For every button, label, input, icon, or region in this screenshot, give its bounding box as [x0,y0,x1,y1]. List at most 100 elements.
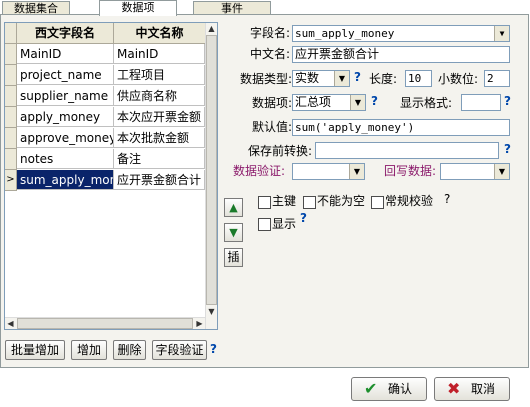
cell-en-name[interactable]: project_name [17,65,114,85]
write-back-select[interactable]: ▼ [440,163,510,180]
cell-en-name[interactable]: sum_apply_money [17,170,114,190]
cell-cn-name[interactable]: 本次应开票金额 [114,107,205,127]
convert-before-save-label: 保存前转换: [247,144,312,158]
batch-add-button[interactable]: 批量增加 [5,340,65,360]
scroll-left-icon[interactable]: ◀ [5,318,16,329]
cell-cn-name[interactable]: 备注 [114,149,205,169]
help-icon[interactable]: ? [210,342,217,356]
cell-cn-name[interactable]: MainID [114,44,205,64]
field-name-label: 字段名: [249,26,290,40]
move-down-button[interactable]: ▼ [224,223,243,242]
close-icon: ✖ [447,379,461,398]
data-type-label: 数据类型: [239,72,292,86]
row-indicator [5,86,17,107]
insert-button[interactable]: 插 [224,248,243,267]
table-row[interactable]: project_name 工程项目 [5,65,205,86]
arrow-down-icon: ▼ [229,226,238,239]
confirm-label: 确认 [388,382,413,396]
help-icon[interactable]: ? [504,142,511,156]
cell-cn-name[interactable]: 供应商名称 [114,86,205,106]
table-row[interactable]: MainID MainID [5,44,205,65]
default-value-input[interactable]: sum('apply_money') [292,119,510,136]
scroll-up-icon[interactable]: ▲ [206,23,217,34]
data-item-select[interactable]: 汇总项 ▼ [292,94,366,111]
write-back-label: 回写数据: [384,164,437,178]
row-indicator [5,107,17,128]
cell-en-name[interactable]: apply_money [17,107,114,127]
vertical-scroll-thumb[interactable] [206,35,217,305]
table-row[interactable]: supplier_name 供应商名称 [5,86,205,107]
length-input[interactable]: 10 [405,70,432,87]
data-item-label: 数据项: [251,96,292,110]
primary-key-label: 主键 [272,194,297,208]
chevron-down-icon[interactable]: ▼ [494,26,509,41]
convert-before-save-input[interactable] [315,142,499,159]
cn-name-label: 中文名: [249,47,290,61]
cell-cn-name[interactable]: 工程项目 [114,65,205,85]
table-row-selected[interactable]: > sum_apply_money 应开票金额合计 [5,170,205,191]
data-validation-select[interactable]: ▼ [292,163,365,180]
tab-dataset[interactable]: 数据集合 [2,1,70,15]
row-indicator [5,65,17,86]
tab-bar: 数据集合 数据项 事件 [0,0,530,16]
scroll-right-icon[interactable]: ▶ [194,318,205,329]
regular-check-checkbox[interactable] [371,196,384,209]
cell-en-name[interactable]: notes [17,149,114,169]
row-indicator [5,44,17,65]
not-null-checkbox[interactable] [303,196,316,209]
length-label: 长度: [369,72,398,86]
tab-data-items[interactable]: 数据项 [99,0,177,16]
arrow-up-icon: ▲ [229,201,238,214]
table-row[interactable]: apply_money 本次应开票金额 [5,107,205,128]
display-format-input[interactable] [461,94,501,111]
cell-en-name[interactable]: approve_money [17,128,114,148]
row-indicator [5,149,17,170]
cancel-button[interactable]: ✖ 取消 [434,377,510,401]
confirm-button[interactable]: ✔ 确认 [351,377,427,401]
display-checkbox[interactable] [258,218,271,231]
field-grid[interactable]: 西文字段名 中文名称 MainID MainID project_name 工程… [4,22,218,330]
scroll-down-icon[interactable]: ▼ [206,306,217,317]
cell-en-name[interactable]: supplier_name [17,86,114,106]
help-icon[interactable]: ? [354,70,361,84]
checkmark-icon: ✔ [364,379,378,398]
table-row[interactable]: approve_money 本次批款金额 [5,128,205,149]
move-up-button[interactable]: ▲ [224,198,243,217]
add-button[interactable]: 增加 [71,340,107,360]
data-type-select[interactable]: 实数 ▼ [292,70,350,87]
help-icon[interactable]: ? [504,94,511,108]
table-row[interactable]: notes 备注 [5,149,205,170]
cell-cn-name[interactable]: 本次批款金额 [114,128,205,148]
horizontal-scroll-thumb[interactable] [17,318,193,329]
delete-button[interactable]: 删除 [113,340,146,360]
header-en-name[interactable]: 西文字段名 [17,23,114,44]
primary-key-checkbox[interactable] [258,196,271,209]
cell-cn-name[interactable]: 应开票金额合计 [114,170,205,190]
cn-name-input[interactable]: 应开票金额合计 [292,46,510,63]
cell-en-name[interactable]: MainID [17,44,114,64]
help-icon[interactable]: ? [300,211,307,225]
chevron-down-icon[interactable]: ▼ [350,95,365,110]
chevron-down-icon[interactable]: ▼ [334,71,349,86]
chevron-down-icon[interactable]: ▼ [349,164,364,179]
row-indicator: > [5,170,17,191]
decimals-input[interactable]: 2 [484,70,510,87]
field-validate-button[interactable]: 字段验证 [152,340,207,360]
row-indicator [5,128,17,149]
tab-events[interactable]: 事件 [193,1,271,15]
grid-corner [5,23,17,44]
help-icon[interactable]: ? [371,94,378,108]
regular-check-label: 常规校验 [385,194,434,208]
chevron-down-icon[interactable]: ▼ [494,164,509,179]
display-label: 显示 [272,217,297,231]
help-icon[interactable]: ? [444,190,450,208]
header-cn-name[interactable]: 中文名称 [114,23,206,44]
data-item-value: 汇总项 [295,95,332,109]
grid-horizontal-scrollbar[interactable]: ◀ ▶ [5,317,205,329]
grid-header: 西文字段名 中文名称 [5,23,206,44]
tab-data-items-label: 数据项 [121,1,155,14]
grid-vertical-scrollbar[interactable]: ▲ ▼ [205,23,217,329]
not-null-label: 不能为空 [317,194,366,208]
field-name-select[interactable]: sum_apply_money ▼ [292,25,510,42]
field-name-value: sum_apply_money [295,27,395,40]
